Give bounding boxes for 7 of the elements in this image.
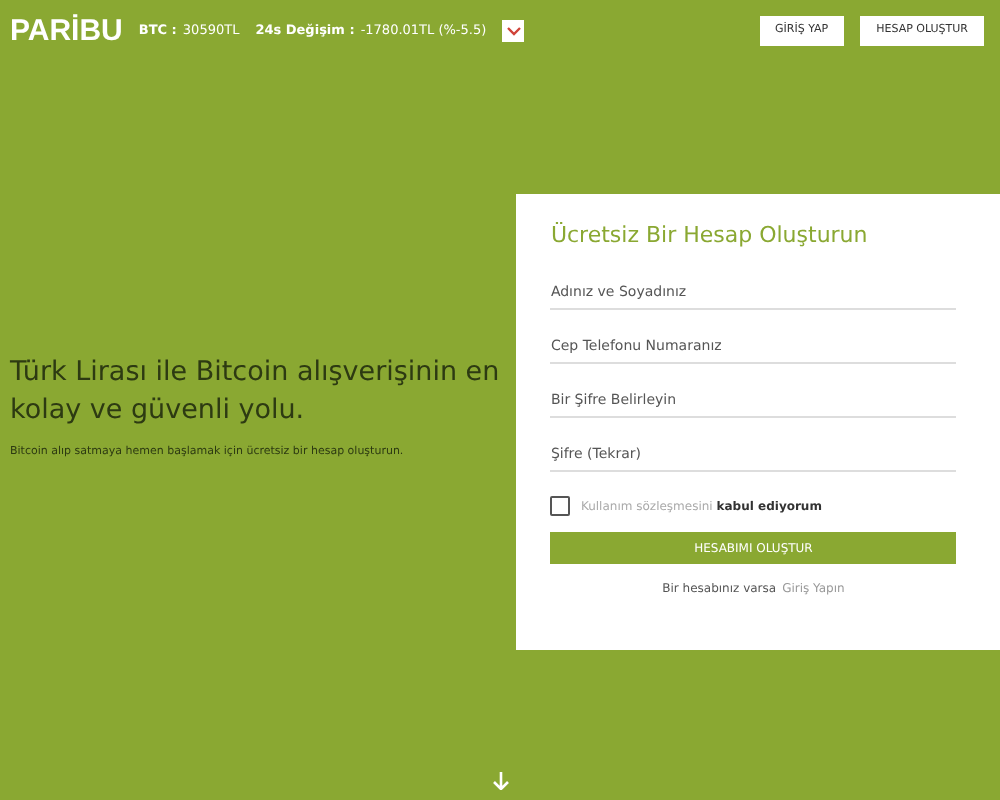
chevron-down-icon [505,25,522,35]
checkbox[interactable] [550,496,571,516]
dropdown-button[interactable] [502,19,525,41]
arrow-down-icon[interactable] [491,772,509,790]
logo[interactable]: PARİBU [10,13,123,47]
hero-title: Türk Lirası ile Bitcoin alışverişinin en kolay ve güvenli yolu. [10,354,502,430]
card-title: Ücretsiz Bir Hesap Oluşturun [550,222,870,248]
